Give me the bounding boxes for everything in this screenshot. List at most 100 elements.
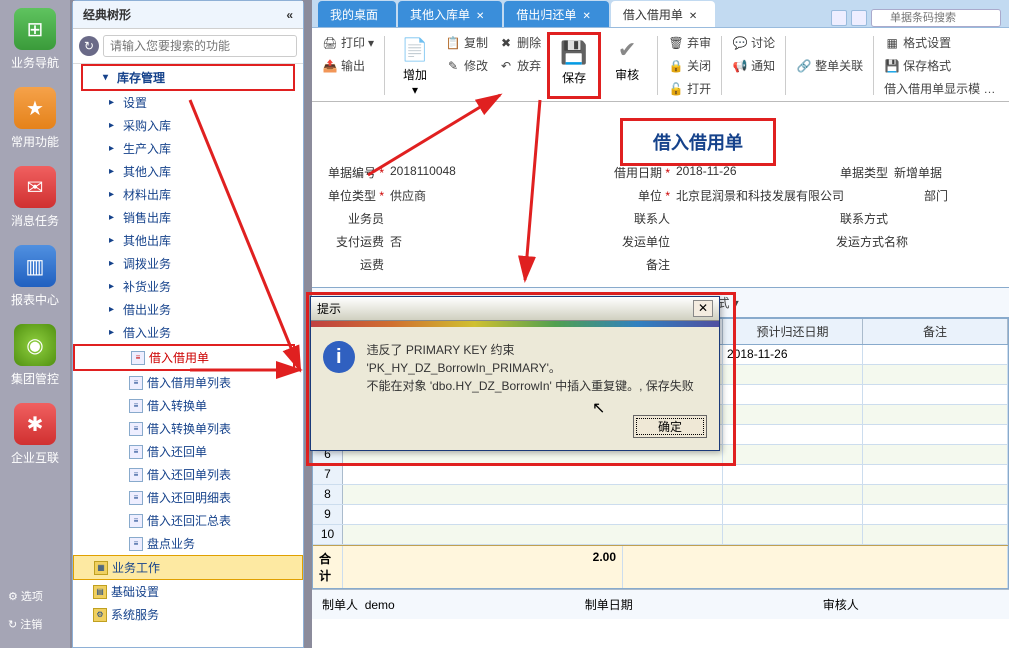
template-button[interactable]: 借入借用单显示模 … bbox=[880, 78, 999, 99]
lbl-contact: 联系人 bbox=[608, 210, 670, 227]
tab-close-icon[interactable]: ✕ bbox=[476, 11, 484, 22]
audit-button[interactable]: ✔审核 bbox=[603, 32, 651, 99]
tree-item-生产入库[interactable]: ▸生产入库 bbox=[73, 137, 303, 160]
tree-foot-基础设置[interactable]: ▤基础设置 bbox=[73, 580, 303, 603]
tree-item-借入借用单列表[interactable]: ≡借入借用单列表 bbox=[73, 371, 303, 394]
tab-其他入库单[interactable]: 其他入库单✕ bbox=[398, 1, 502, 27]
nav-label: 业务导航 bbox=[11, 54, 59, 71]
add-button[interactable]: 📄增加 ▾ bbox=[391, 32, 439, 99]
tree-item-材料出库[interactable]: ▸材料出库 bbox=[73, 183, 303, 206]
nav-企业互联[interactable]: ✱ 企业互联 bbox=[0, 395, 70, 474]
dialog-title: 提示 bbox=[317, 300, 341, 317]
tree-refresh-icon[interactable]: ↻ bbox=[79, 36, 99, 56]
tree-item-其他出库[interactable]: ▸其他出库 bbox=[73, 229, 303, 252]
val-date[interactable]: 2018-11-26 bbox=[676, 164, 737, 181]
tree-item-借入还回单[interactable]: ≡借入还回单 bbox=[73, 440, 303, 463]
tree-item-销售出库[interactable]: ▸销售出库 bbox=[73, 206, 303, 229]
relate-button[interactable]: 🔗整单关联 bbox=[792, 32, 867, 99]
error-dialog: 提示 ✕ i 违反了 PRIMARY KEY 约束 'PK_HY_DZ_Borr… bbox=[310, 296, 720, 451]
notify-button[interactable]: 📢通知 bbox=[728, 55, 779, 76]
col-remark[interactable]: 备注 bbox=[863, 319, 1008, 344]
tree-item-设置[interactable]: ▸设置 bbox=[73, 91, 303, 114]
tree-item-借出业务[interactable]: ▸借出业务 bbox=[73, 298, 303, 321]
nav-label: 报表中心 bbox=[11, 291, 59, 308]
tab-scroll-left[interactable] bbox=[831, 10, 847, 26]
lbl-makedate: 制单日期 bbox=[585, 598, 633, 612]
tree-item-借入还回汇总表[interactable]: ≡借入还回汇总表 bbox=[73, 509, 303, 532]
tree-item-其他入库[interactable]: ▸其他入库 bbox=[73, 160, 303, 183]
tree-item-借入转换单列表[interactable]: ≡借入转换单列表 bbox=[73, 417, 303, 440]
dialog-close-icon[interactable]: ✕ bbox=[693, 300, 713, 317]
tree-item-借入借用单[interactable]: ≡借入借用单 bbox=[73, 344, 295, 371]
foot-total: 2.00 bbox=[343, 546, 623, 588]
copy-button[interactable]: 📋复制 bbox=[441, 32, 492, 53]
nav-业务导航[interactable]: ⊞ 业务导航 bbox=[0, 0, 70, 79]
tree-item-盘点业务[interactable]: ≡盘点业务 bbox=[73, 532, 303, 555]
nav-报表中心[interactable]: ▥ 报表中心 bbox=[0, 237, 70, 316]
val-unittype[interactable]: 供应商 bbox=[390, 187, 426, 204]
tab-close-icon[interactable]: ✕ bbox=[689, 11, 697, 22]
left-nav-bar: ⊞ 业务导航 ★ 常用功能 ✉ 消息任务 ▥ 报表中心 ◉ 集团管控 ✱ 企业互… bbox=[0, 0, 70, 648]
discuss-button[interactable]: 💬讨论 bbox=[728, 32, 779, 53]
table-row[interactable]: 10 bbox=[313, 525, 1008, 545]
open-button[interactable]: 🔓打开 bbox=[664, 78, 715, 99]
save-format-button[interactable]: 💾保存格式 bbox=[880, 55, 999, 76]
close-button[interactable]: 🔒关闭 bbox=[664, 55, 715, 76]
nav-foot-选项[interactable]: ⚙ 选项 bbox=[0, 582, 70, 610]
nav-icon: ▥ bbox=[14, 245, 56, 287]
print-button[interactable]: 🖨打印 ▾ bbox=[318, 32, 378, 53]
table-row[interactable]: 9 bbox=[313, 505, 1008, 525]
lbl-auditor: 审核人 bbox=[823, 598, 859, 612]
dialog-ok-button[interactable]: 确定 bbox=[633, 415, 707, 438]
delete-button[interactable]: ✖删除 bbox=[494, 32, 545, 53]
val-billno[interactable]: 2018110048 bbox=[390, 164, 456, 181]
lbl-type: 单据类型 bbox=[826, 164, 888, 181]
tree-item-借入转换单[interactable]: ≡借入转换单 bbox=[73, 394, 303, 417]
tree-search-input[interactable] bbox=[103, 35, 297, 57]
table-row[interactable]: 7 bbox=[313, 465, 1008, 485]
output-button[interactable]: 📤输出 bbox=[318, 55, 378, 76]
nav-常用功能[interactable]: ★ 常用功能 bbox=[0, 79, 70, 158]
tree-item-补货业务[interactable]: ▸补货业务 bbox=[73, 275, 303, 298]
tab-借出归还单[interactable]: 借出归还单✕ bbox=[504, 1, 608, 27]
bottom-info: 制单人 demo 制单日期 审核人 bbox=[312, 589, 1009, 619]
nav-icon: ★ bbox=[14, 87, 56, 129]
tab-close-icon[interactable]: ✕ bbox=[582, 11, 590, 22]
val-unit[interactable]: 北京昆润景和科技发展有限公司 bbox=[676, 187, 844, 204]
tree-item-借入业务[interactable]: ▸借入业务 bbox=[73, 321, 303, 344]
col-return-date[interactable]: 预计归还日期 bbox=[723, 319, 863, 344]
lbl-fee: 运费 bbox=[322, 256, 384, 273]
lbl-maker: 制单人 bbox=[322, 598, 358, 612]
tab-scroll-right[interactable] bbox=[851, 10, 867, 26]
tree-foot-业务工作[interactable]: ▦业务工作 bbox=[73, 555, 303, 580]
nav-集团管控[interactable]: ◉ 集团管控 bbox=[0, 316, 70, 395]
format-button[interactable]: ▦格式设置 bbox=[880, 32, 999, 53]
form-area: 单据编号2018110048 借用日期2018-11-26 单据类型新增单据 单… bbox=[312, 156, 1009, 287]
table-row[interactable]: 8 bbox=[313, 485, 1008, 505]
nav-foot-注销[interactable]: ↻ 注销 bbox=[0, 610, 70, 638]
modify-button[interactable]: ✎修改 bbox=[441, 55, 492, 76]
giveup-button[interactable]: 🗑弃审 bbox=[664, 32, 715, 53]
tab-我的桌面[interactable]: 我的桌面 bbox=[318, 1, 396, 27]
nav-icon: ◉ bbox=[14, 324, 56, 366]
lbl-unit: 单位 bbox=[608, 187, 670, 204]
tree-item-采购入库[interactable]: ▸采购入库 bbox=[73, 114, 303, 137]
save-button[interactable]: 💾保存 bbox=[547, 32, 601, 99]
nav-消息任务[interactable]: ✉ 消息任务 bbox=[0, 158, 70, 237]
tree-foot-系统服务[interactable]: ⚙系统服务 bbox=[73, 603, 303, 626]
tree-item-借入还回明细表[interactable]: ≡借入还回明细表 bbox=[73, 486, 303, 509]
tree-body: ▾库存管理▸设置▸采购入库▸生产入库▸其他入库▸材料出库▸销售出库▸其他出库▸调… bbox=[73, 64, 303, 640]
tree-root[interactable]: ▾库存管理 bbox=[81, 64, 295, 91]
val-maker: demo bbox=[365, 598, 395, 612]
val-pay[interactable]: 否 bbox=[390, 233, 402, 250]
lbl-sendway: 发运方式名称 bbox=[826, 233, 908, 250]
nav-icon: ⊞ bbox=[14, 8, 56, 50]
abandon-button[interactable]: ↶放弃 bbox=[494, 55, 545, 76]
tree-item-借入还回单列表[interactable]: ≡借入还回单列表 bbox=[73, 463, 303, 486]
tree-collapse-icon[interactable]: « bbox=[286, 1, 293, 28]
page-title: 借入借用单 bbox=[620, 118, 776, 166]
tab-barcode-search[interactable] bbox=[871, 9, 1001, 27]
tab-借入借用单[interactable]: 借入借用单✕ bbox=[611, 1, 715, 27]
tree-item-调拨业务[interactable]: ▸调拨业务 bbox=[73, 252, 303, 275]
lbl-tel: 联系方式 bbox=[826, 210, 888, 227]
